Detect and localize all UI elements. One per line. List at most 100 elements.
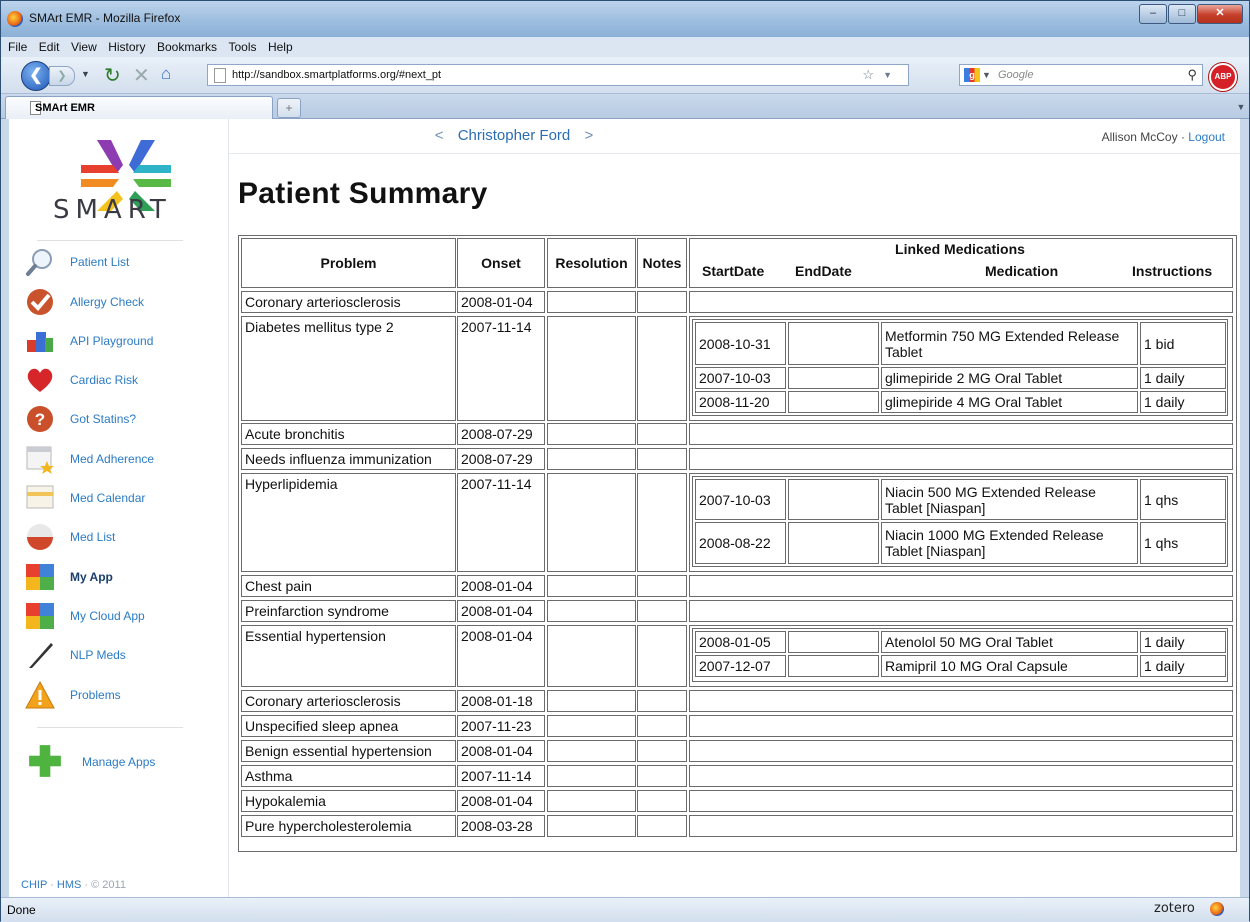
resolution-cell bbox=[547, 473, 636, 572]
blocks-icon bbox=[27, 332, 53, 352]
resolution-cell bbox=[547, 790, 636, 812]
med-startdate: 2007-10-03 bbox=[695, 367, 786, 389]
sidebar-item-problems[interactable]: Problems bbox=[9, 680, 228, 710]
menu-view[interactable]: View bbox=[71, 37, 97, 57]
menu-history[interactable]: History bbox=[108, 37, 145, 57]
pill-icon bbox=[27, 524, 53, 550]
back-button[interactable]: ❮ bbox=[21, 61, 51, 91]
sidebar-item-label: My Cloud App bbox=[70, 609, 145, 623]
linked-medications-cell bbox=[689, 715, 1233, 737]
sidebar-item-manage-apps[interactable]: Manage Apps bbox=[9, 745, 228, 777]
warning-icon bbox=[25, 680, 55, 709]
tab-bar: SMArt EMR + ▼ bbox=[1, 94, 1249, 119]
close-button[interactable]: ✕ bbox=[1197, 4, 1243, 24]
resolution-cell bbox=[547, 448, 636, 470]
header-medication: Medication bbox=[985, 263, 1059, 279]
search-input[interactable]: Google bbox=[998, 65, 1033, 85]
sidebar: SMART Patient List Allergy Check API Pla… bbox=[9, 119, 229, 897]
sidebar-item-my-cloud-app[interactable]: My Cloud App bbox=[9, 601, 228, 631]
med-startdate: 2008-11-20 bbox=[695, 391, 786, 413]
zotero-button[interactable]: zotero bbox=[1154, 901, 1195, 916]
sidebar-item-label: Patient List bbox=[70, 255, 130, 269]
user-name: Allison McCoy bbox=[1101, 130, 1178, 144]
med-instructions: 1 qhs bbox=[1140, 522, 1226, 564]
linked-medications-cell bbox=[689, 448, 1233, 470]
history-dropdown-icon[interactable]: ▼ bbox=[81, 69, 90, 79]
status-text: Done bbox=[7, 903, 36, 917]
stop-icon[interactable]: ✕ bbox=[133, 63, 150, 88]
sidebar-item-label: Med List bbox=[70, 530, 116, 544]
home-icon[interactable]: ⌂ bbox=[161, 64, 171, 84]
notes-cell bbox=[637, 765, 687, 787]
plus-icon bbox=[29, 745, 61, 777]
med-name: Niacin 500 MG Extended Release Tablet [N… bbox=[881, 479, 1138, 520]
med-startdate: 2008-01-05 bbox=[695, 631, 786, 653]
maximize-button[interactable]: □ bbox=[1168, 4, 1196, 24]
linked-medications-cell: 2008-01-05 Atenolol 50 MG Oral Tablet 1 … bbox=[689, 625, 1233, 687]
forward-button[interactable]: ❯ bbox=[49, 66, 75, 86]
bookmark-star-icon[interactable]: ☆ bbox=[862, 65, 874, 85]
med-enddate bbox=[788, 479, 879, 520]
reload-icon[interactable]: ↻ bbox=[104, 63, 121, 88]
search-bar[interactable]: g ▼ Google ⚲ bbox=[959, 64, 1203, 86]
onset-cell: 2007-11-23 bbox=[457, 715, 545, 737]
med-enddate bbox=[788, 522, 879, 564]
tab-list-icon[interactable]: ▼ bbox=[1235, 98, 1247, 116]
sidebar-item-got-statins[interactable]: ? Got Statins? bbox=[9, 404, 228, 434]
logout-link[interactable]: Logout bbox=[1188, 130, 1225, 144]
sidebar-item-med-adherence[interactable]: Med Adherence bbox=[9, 444, 228, 474]
chip-link[interactable]: CHIP bbox=[21, 879, 47, 891]
problem-cell: Essential hypertension bbox=[241, 625, 456, 687]
problem-cell: Chest pain bbox=[241, 575, 456, 597]
notes-cell bbox=[637, 316, 687, 421]
menu-help[interactable]: Help bbox=[268, 37, 293, 57]
previous-patient-button[interactable]: < bbox=[435, 127, 444, 144]
heart-icon bbox=[27, 368, 53, 392]
resolution-cell bbox=[547, 715, 636, 737]
pen-icon bbox=[29, 643, 53, 668]
resolution-cell bbox=[547, 815, 636, 837]
user-info: Allison McCoy · Logout bbox=[1101, 130, 1225, 144]
resolution-cell bbox=[547, 765, 636, 787]
sidebar-item-med-list[interactable]: Med List bbox=[9, 522, 228, 552]
header-startdate: StartDate bbox=[702, 263, 765, 279]
sidebar-item-my-app[interactable]: My App bbox=[9, 562, 228, 592]
adblock-icon[interactable]: ABP bbox=[1209, 63, 1237, 91]
page-icon bbox=[214, 68, 226, 83]
menu-edit[interactable]: Edit bbox=[39, 37, 60, 57]
new-tab-button[interactable]: + bbox=[277, 98, 301, 118]
menu-bookmarks[interactable]: Bookmarks bbox=[157, 37, 217, 57]
url-text[interactable]: http://sandbox.smartplatforms.org/#next_… bbox=[232, 65, 441, 85]
menu-file[interactable]: File bbox=[8, 37, 27, 57]
sidebar-item-nlp-meds[interactable]: NLP Meds bbox=[9, 640, 228, 670]
linked-medications-cell: 2008-10-31 Metformin 750 MG Extended Rel… bbox=[689, 316, 1233, 421]
med-enddate bbox=[788, 631, 879, 653]
sidebar-item-allergy-check[interactable]: Allergy Check bbox=[9, 287, 228, 317]
sidebar-item-med-calendar[interactable]: Med Calendar bbox=[9, 483, 228, 513]
sidebar-item-patient-list[interactable]: Patient List bbox=[9, 247, 228, 277]
med-instructions: 1 bid bbox=[1140, 322, 1226, 365]
address-bar[interactable]: http://sandbox.smartplatforms.org/#next_… bbox=[207, 64, 909, 86]
sidebar-item-cardiac-risk[interactable]: Cardiac Risk bbox=[9, 365, 228, 395]
sidebar-item-label: Med Calendar bbox=[70, 491, 146, 505]
med-enddate bbox=[788, 367, 879, 389]
tab-smart-emr[interactable]: SMArt EMR bbox=[5, 96, 273, 119]
search-icon[interactable]: ⚲ bbox=[1187, 65, 1197, 85]
google-engine-icon[interactable]: g bbox=[964, 68, 980, 82]
problem-cell: Acute bronchitis bbox=[241, 423, 456, 445]
engine-dropdown-icon[interactable]: ▼ bbox=[982, 65, 991, 85]
med-instructions: 1 daily bbox=[1140, 631, 1226, 653]
linked-medications-cell bbox=[689, 423, 1233, 445]
notes-cell bbox=[637, 740, 687, 762]
hms-link[interactable]: HMS bbox=[57, 879, 81, 891]
med-name: Atenolol 50 MG Oral Tablet bbox=[881, 631, 1138, 653]
menu-tools[interactable]: Tools bbox=[228, 37, 256, 57]
url-dropdown-icon[interactable]: ▼ bbox=[883, 65, 892, 85]
minimize-button[interactable]: – bbox=[1139, 4, 1167, 24]
title-bar: SMArt EMR - Mozilla Firefox – □ ✕ bbox=[1, 1, 1249, 37]
sidebar-item-api-playground[interactable]: API Playground bbox=[9, 326, 228, 356]
med-instructions: 1 daily bbox=[1140, 367, 1226, 389]
app-tiles-icon bbox=[26, 603, 54, 629]
logo-text: SMART bbox=[53, 195, 172, 225]
next-patient-button[interactable]: > bbox=[584, 127, 593, 144]
